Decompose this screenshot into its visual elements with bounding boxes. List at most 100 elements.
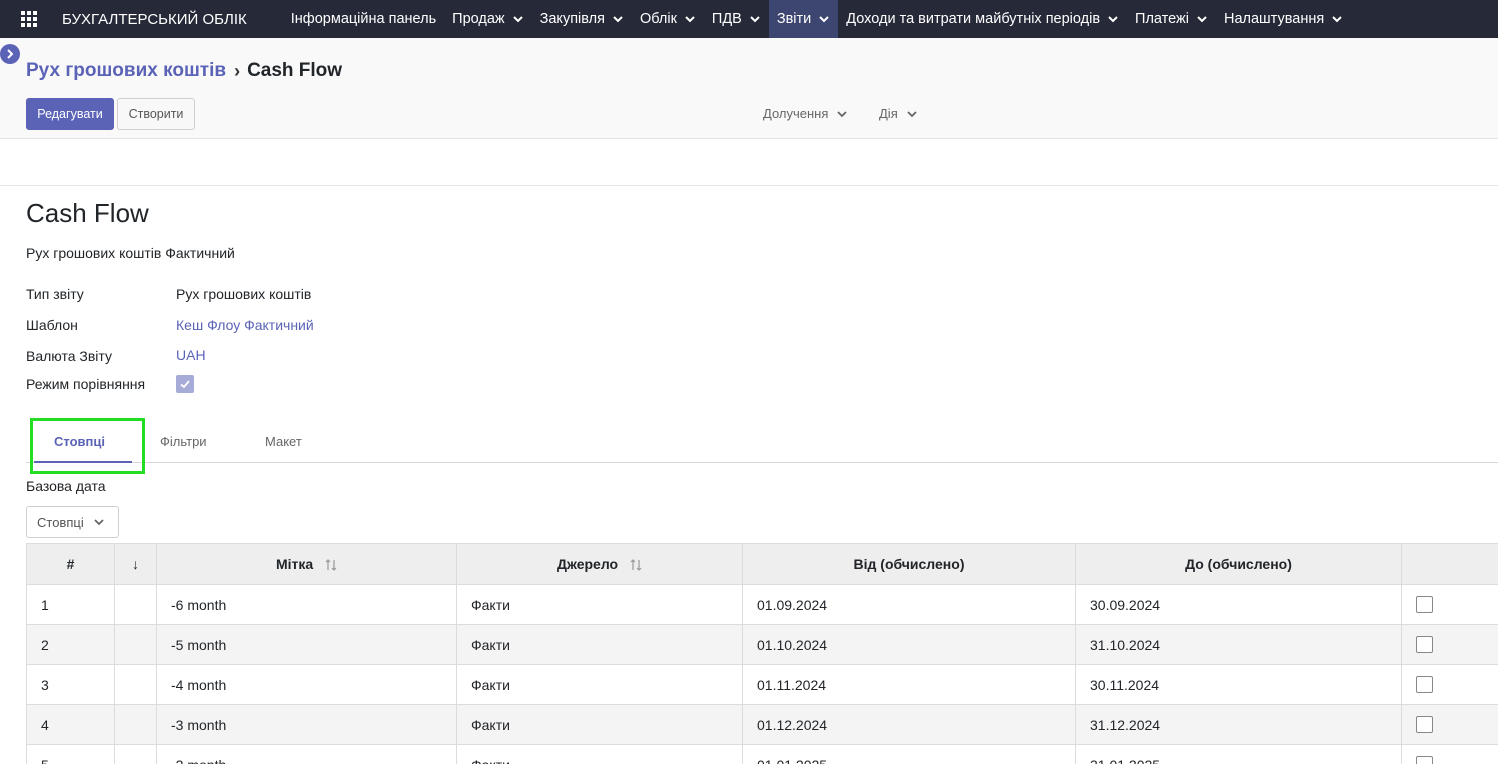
nav-menu-item[interactable]: Закупівля <box>532 0 632 38</box>
table-row[interactable]: 2 -5 month Факти 01.10.2024 31.10.2024 <box>26 624 1498 665</box>
nav-menu-item[interactable]: Продаж <box>444 0 531 38</box>
nav-menu-item-label: Облік <box>639 11 677 27</box>
tab-layout[interactable]: Макет <box>265 434 302 449</box>
row-date-to: 31.12.2024 <box>1075 704 1402 745</box>
column-header-source[interactable]: Джерело <box>456 543 743 585</box>
row-date-from: 01.01.2025 <box>742 744 1076 764</box>
highlight-box <box>30 418 145 474</box>
row-label: -4 month <box>156 664 457 705</box>
sort-icon <box>325 558 337 572</box>
column-header-from[interactable]: Від (обчислено) <box>742 543 1076 585</box>
chevron-down-icon <box>836 108 848 120</box>
row-source: Факти <box>456 704 743 745</box>
top-navbar: БУХГАЛТЕРСЬКИЙ ОБЛІК Інформаційна панель… <box>0 0 1498 38</box>
nav-menu-item[interactable]: ПДВ <box>704 0 769 38</box>
nav-menu-item-label: Налаштування <box>1223 11 1325 27</box>
row-handle <box>114 744 157 764</box>
row-number: 4 <box>26 704 115 745</box>
chevron-down-icon <box>1331 13 1343 25</box>
row-checkbox[interactable] <box>1416 596 1433 614</box>
row-date-to: 30.09.2024 <box>1075 584 1402 625</box>
report-type-value: Рух грошових коштів <box>176 286 312 302</box>
form-statusbar <box>0 140 1498 186</box>
template-link[interactable]: Кеш Флоу Фактичний <box>176 317 314 333</box>
row-handle <box>114 704 157 745</box>
chevron-down-icon <box>818 13 830 25</box>
row-checkbox-cell <box>1401 624 1498 665</box>
row-label: -3 month <box>156 704 457 745</box>
attachments-dropdown[interactable]: Долучення <box>763 106 848 121</box>
attachments-dropdown-label: Долучення <box>763 106 829 121</box>
chevron-down-icon <box>906 108 918 120</box>
column-header-number[interactable]: # <box>26 543 115 585</box>
chevron-down-icon <box>749 13 761 25</box>
breadcrumb-parent-link[interactable]: Рух грошових коштів <box>26 60 226 82</box>
column-header-checkbox <box>1401 543 1498 585</box>
column-header-sequence[interactable]: ↓ <box>114 543 157 585</box>
row-number: 3 <box>26 664 115 705</box>
nav-menu-item-label: Закупівля <box>539 11 605 27</box>
create-button[interactable]: Створити <box>117 98 195 130</box>
column-header-label[interactable]: Мітка <box>156 543 457 585</box>
row-date-to: 31.01.2025 <box>1075 744 1402 764</box>
sort-icon <box>630 558 642 572</box>
row-checkbox[interactable] <box>1416 676 1433 694</box>
nav-menu-item-label: Доходи та витрати майбутніх періодів <box>846 11 1101 27</box>
comparison-mode-label: Режим порівняння <box>26 376 146 392</box>
nav-menu-item[interactable]: Звіти <box>768 0 839 38</box>
column-header-source-text: Джерело <box>557 555 619 572</box>
table-row[interactable]: 3 -4 month Факти 01.11.2024 30.11.2024 <box>26 664 1498 705</box>
chevron-down-icon <box>512 13 524 25</box>
comparison-mode-checkbox[interactable] <box>176 375 194 393</box>
row-checkbox[interactable] <box>1416 756 1433 764</box>
currency-link[interactable]: UAH <box>176 347 206 363</box>
row-number: 1 <box>26 584 115 625</box>
breadcrumb-current: Cash Flow <box>247 60 343 81</box>
form-title: Cash Flow <box>26 198 149 228</box>
row-checkbox-cell <box>1401 584 1498 625</box>
base-date-select-value: Стовпці <box>37 514 84 530</box>
row-handle <box>114 624 157 665</box>
column-header-to[interactable]: До (обчислено) <box>1075 543 1402 585</box>
nav-menu-item[interactable]: Інформаційна панель <box>283 0 444 38</box>
base-date-label: Базова дата <box>26 478 106 494</box>
table-row[interactable]: 5 -2 monthФакти01.01.202531.01.2025 <box>26 744 1498 764</box>
row-number: 2 <box>26 624 115 665</box>
chevron-down-icon <box>612 13 624 25</box>
row-label: -2 month <box>156 744 457 764</box>
base-date-select[interactable]: Стовпці <box>26 506 119 538</box>
breadcrumb: Рух грошових коштів › Cash Flow <box>26 60 342 82</box>
checkmark-icon <box>180 380 190 389</box>
table-row[interactable]: 4 -3 month Факти 01.12.2024 31.12.2024 <box>26 704 1498 745</box>
chevron-down-icon <box>1196 13 1208 25</box>
row-source: Факти <box>456 624 743 665</box>
chevron-down-icon <box>684 13 696 25</box>
nav-menu-item[interactable]: Облік <box>632 0 704 38</box>
nav-menu-item-label: ПДВ <box>711 11 742 27</box>
template-label: Шаблон <box>26 317 78 333</box>
action-dropdown[interactable]: Дія <box>879 106 918 121</box>
row-date-from: 01.11.2024 <box>742 664 1076 705</box>
row-label: -6 month <box>156 584 457 625</box>
nav-menu-item-label: Інформаційна панель <box>290 11 437 27</box>
row-source: Факти <box>456 664 743 705</box>
nav-menu-item[interactable]: Налаштування <box>1216 0 1351 38</box>
row-checkbox-cell <box>1401 664 1498 705</box>
control-panel: Рух грошових коштів › Cash Flow Редагува… <box>0 38 1498 139</box>
row-checkbox[interactable] <box>1416 636 1433 654</box>
tab-filters[interactable]: Фільтри <box>160 434 207 449</box>
apps-menu-icon[interactable] <box>21 11 37 27</box>
nav-menu-item-label: Продаж <box>452 11 505 27</box>
table-header-row: # ↓ Мітка Джерело Від (обчислено) До (об… <box>26 543 1498 585</box>
chevron-right-icon[interactable] <box>0 44 20 64</box>
row-date-to: 31.10.2024 <box>1075 624 1402 665</box>
table-row[interactable]: 1 -6 month Факти 01.09.2024 30.09.2024 <box>26 584 1498 625</box>
app-name[interactable]: БУХГАЛТЕРСЬКИЙ ОБЛІК <box>62 11 247 28</box>
row-date-from: 01.09.2024 <box>742 584 1076 625</box>
row-checkbox[interactable] <box>1416 716 1433 734</box>
columns-table: # ↓ Мітка Джерело Від (обчислено) До (об… <box>26 543 1498 764</box>
nav-menu-item[interactable]: Доходи та витрати майбутніх періодів <box>838 0 1127 38</box>
nav-menu-item[interactable]: Платежі <box>1127 0 1216 38</box>
row-handle <box>114 584 157 625</box>
edit-button[interactable]: Редагувати <box>26 98 114 130</box>
